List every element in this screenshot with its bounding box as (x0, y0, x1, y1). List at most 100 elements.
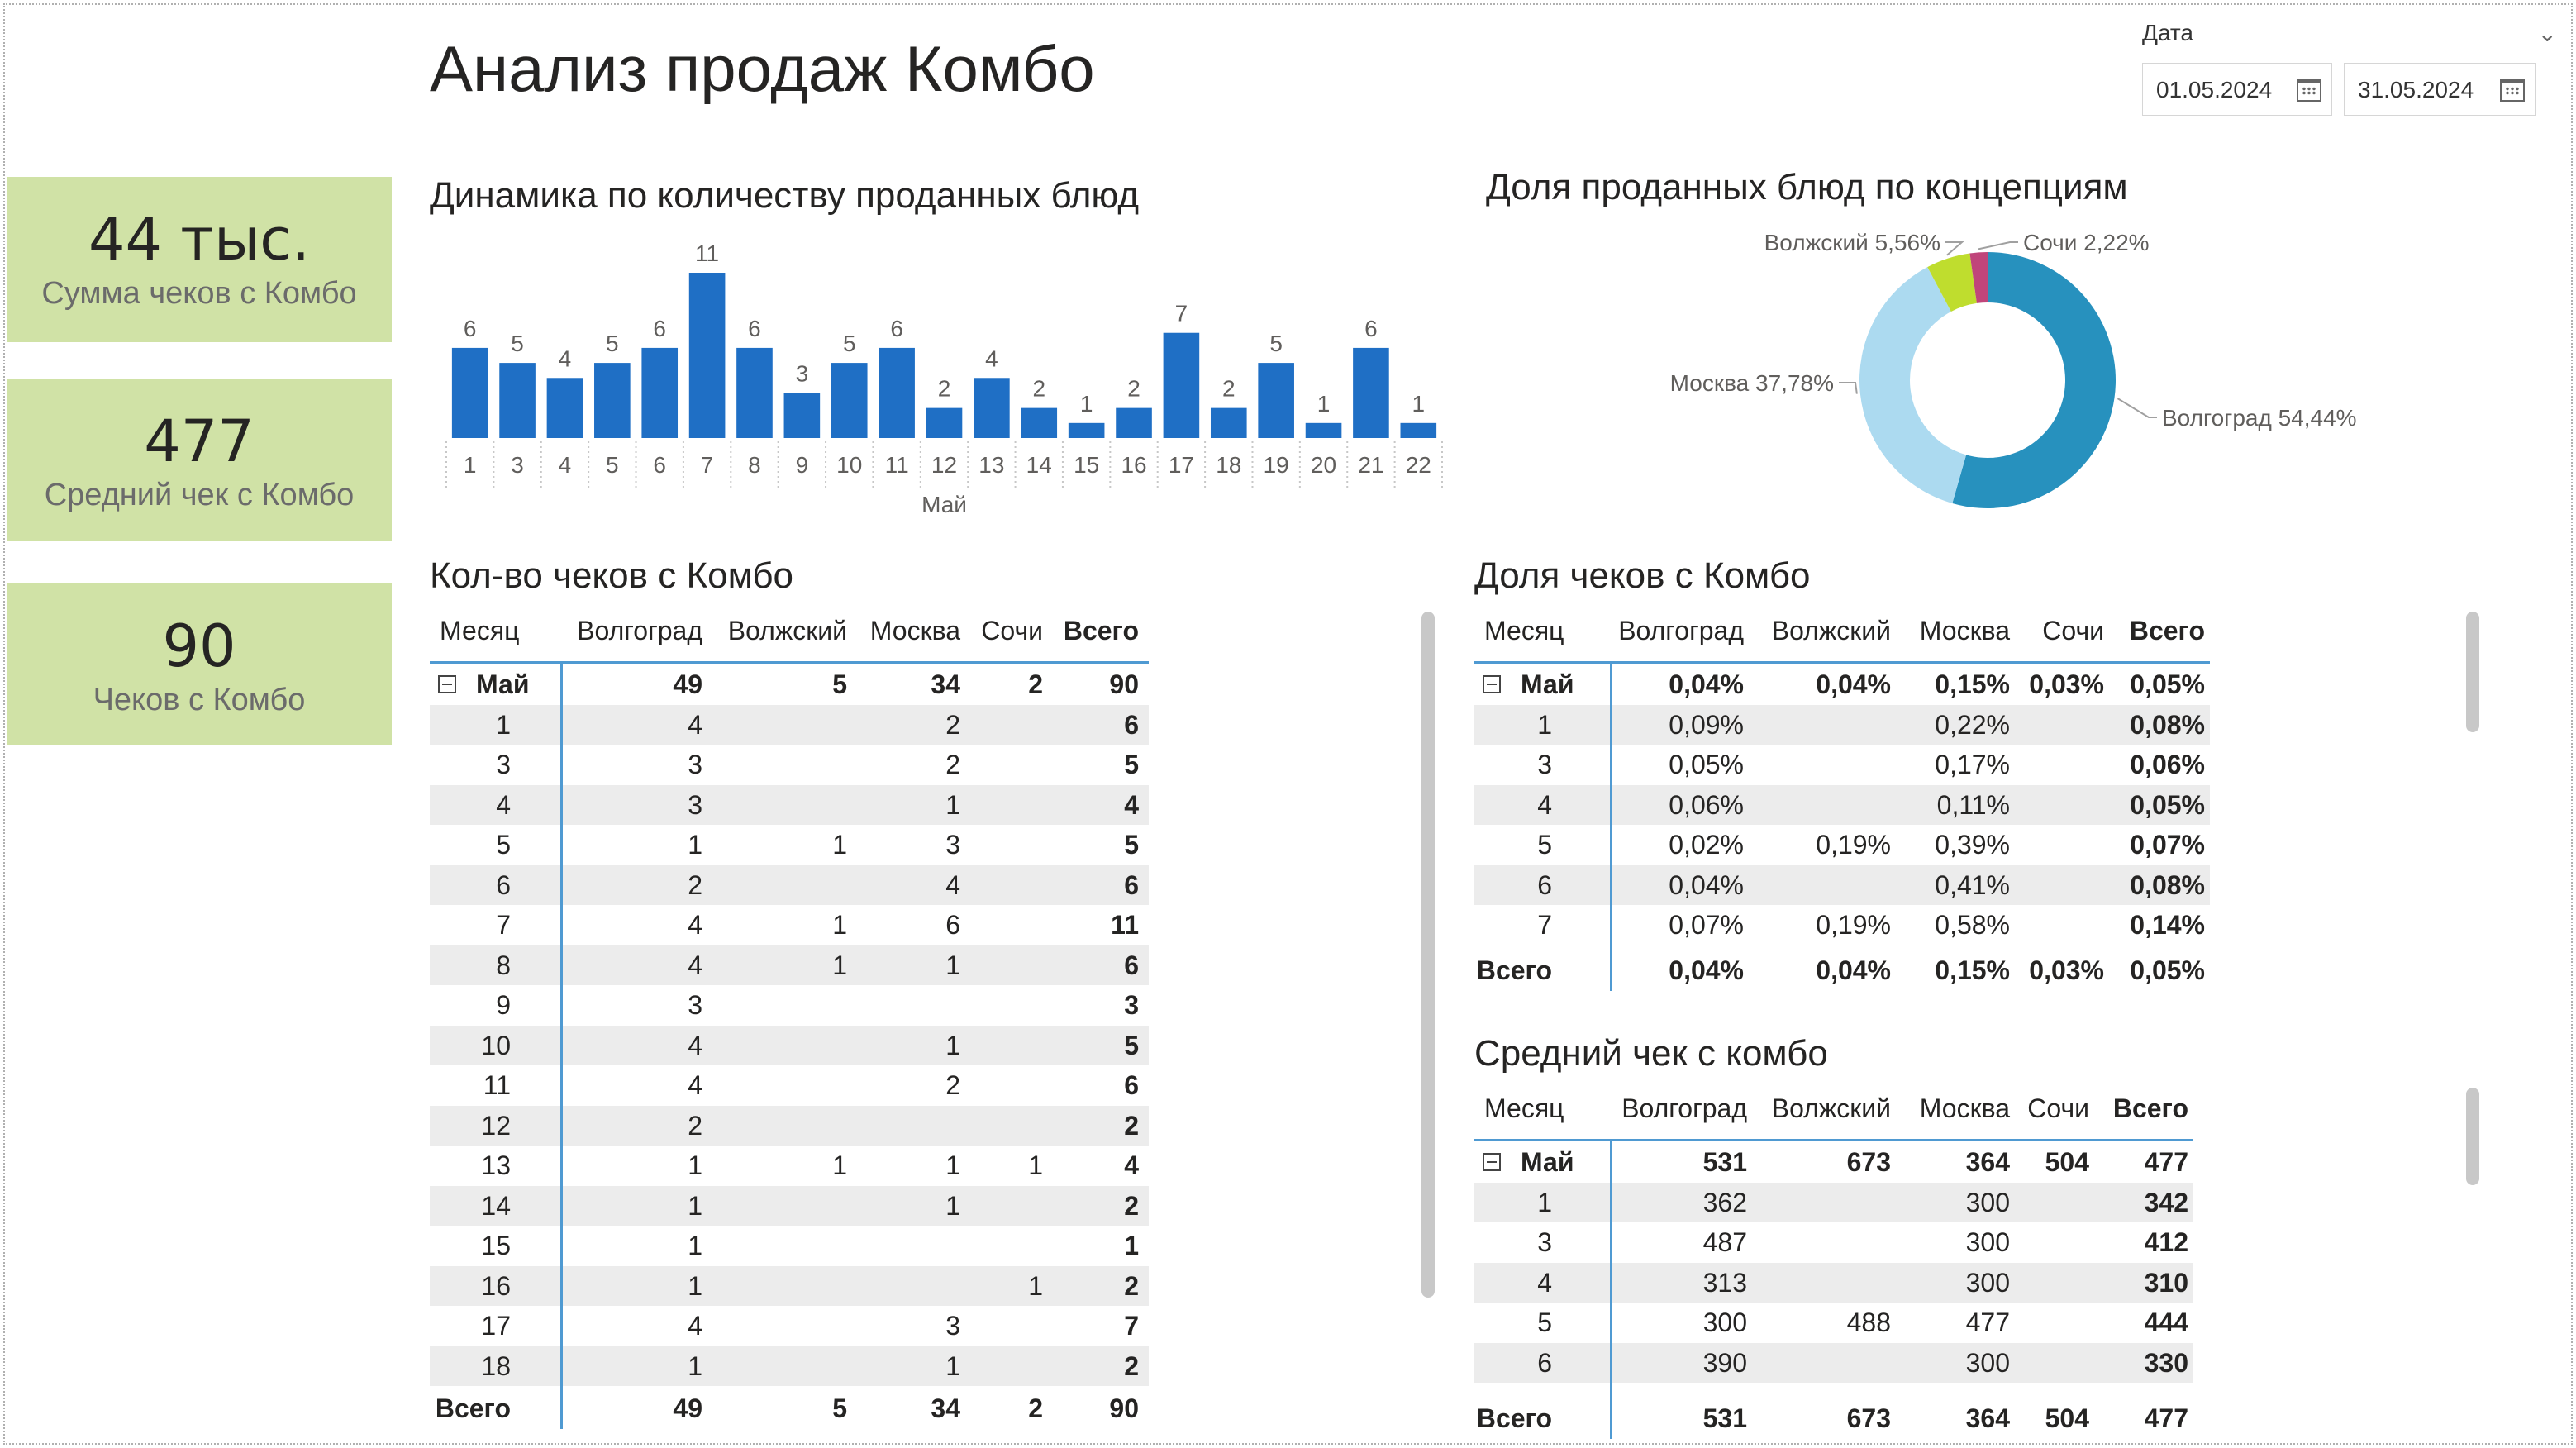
bar[interactable] (546, 378, 583, 438)
column-header[interactable]: Волжский (1772, 1083, 1891, 1134)
bar[interactable] (1305, 422, 1342, 438)
row-label: Май (1521, 669, 1574, 699)
column-header[interactable]: Волгоград (1621, 1083, 1747, 1134)
bar[interactable] (1116, 407, 1152, 438)
table-row[interactable]: 5 1 1 3 5 (430, 825, 1149, 865)
table-row[interactable]: 4 313 300 310 (1474, 1262, 2193, 1303)
column-header[interactable]: Сочи (2042, 605, 2104, 656)
bar[interactable] (831, 363, 868, 438)
table-row[interactable]: 5 300 488 477 444 (1474, 1303, 2193, 1343)
column-header[interactable]: Москва (1920, 605, 2010, 656)
kpi-card-checks-count[interactable]: 90 Чеков с Комбо (7, 583, 392, 745)
date-to-input[interactable]: 31.05.2024 (2344, 63, 2536, 116)
table-row[interactable]: 16 1 1 2 (430, 1265, 1149, 1306)
column-header[interactable]: Всего (1064, 605, 1139, 656)
table-row[interactable]: 7 4 1 6 11 (430, 905, 1149, 945)
table-row[interactable]: 18 1 1 2 (430, 1346, 1149, 1386)
date-slicer[interactable]: Дата ⌄ 01.05.2024 31.05.2024 (2132, 15, 2562, 122)
column-header[interactable]: Всего (2113, 1083, 2188, 1134)
group-row[interactable]: Май 49 5 34 2 90 (430, 664, 1149, 705)
leader-line (2117, 398, 2157, 418)
data-label: 2 (938, 376, 951, 402)
table-row[interactable]: 6 0,04% 0,41% 0,08% (1474, 865, 2210, 905)
table-row[interactable]: 13 1 1 1 1 4 (430, 1146, 1149, 1186)
donut-chart[interactable]: Волгоград 54,44% Москва 37,78% Волжский 5,… (1488, 215, 2397, 545)
bar[interactable] (1258, 363, 1294, 438)
column-header[interactable]: Сочи (2027, 1083, 2089, 1134)
column-header[interactable]: Волгоград (577, 605, 702, 656)
table-row[interactable]: 4 0,06% 0,11% 0,05% (1474, 784, 2210, 825)
bar[interactable] (688, 273, 726, 438)
table-cell: 362 (1702, 1187, 1747, 1217)
bar[interactable] (641, 347, 679, 438)
bar[interactable] (926, 407, 963, 438)
kpi-card-combo-sum[interactable]: 44 тыс. Сумма чеков с Комбо (7, 177, 392, 342)
scrollbar[interactable] (1421, 612, 1435, 1298)
bar[interactable] (451, 347, 488, 438)
collapse-icon[interactable] (1483, 1153, 1501, 1171)
kpi-card-avg-check[interactable]: 477 Средний чек с Комбо (7, 379, 392, 541)
table-row[interactable]: 6 2 4 6 (430, 865, 1149, 905)
table-row[interactable]: 15 1 1 (430, 1226, 1149, 1266)
table-row[interactable]: 1 4 2 6 (430, 704, 1149, 745)
table-cell: 5 (1124, 1030, 1139, 1060)
bar[interactable] (783, 393, 821, 438)
matrix-checks-count[interactable]: Месяц Волгоград Волжский Москва Сочи Всего Май… (430, 605, 1149, 1440)
bar[interactable] (1353, 347, 1389, 438)
table-cell: 34 (931, 669, 960, 699)
table-row[interactable]: 5 0,02% 0,19% 0,39% 0,07% (1474, 825, 2210, 865)
column-header[interactable]: Всего (2130, 605, 2205, 656)
matrix-checks-share[interactable]: Месяц Волгоград Волжский Москва Сочи Всего Май… (1474, 605, 2210, 1002)
calendar-icon[interactable] (2500, 79, 2525, 102)
bar[interactable] (1163, 332, 1200, 438)
group-row[interactable]: Май 531 673 364 504 477 (1474, 1142, 2193, 1183)
table-row[interactable]: 14 1 1 2 (430, 1185, 1149, 1226)
scrollbar[interactable] (2466, 1088, 2479, 1185)
column-header[interactable]: Месяц (440, 605, 519, 656)
bar[interactable] (499, 363, 536, 438)
table-row[interactable]: 3 487 300 412 (1474, 1222, 2193, 1263)
collapse-icon[interactable] (438, 675, 456, 693)
table-row[interactable]: 17 4 3 7 (430, 1306, 1149, 1346)
matrix-avg-check[interactable]: Месяц Волгоград Волжский Москва Сочи Всего Май… (1474, 1083, 2193, 1440)
x-tick-label: 20 (1311, 452, 1336, 478)
column-header[interactable]: Москва (1920, 1083, 2010, 1134)
bar-chart[interactable]: 6153445566117683951061121241321411521671… (430, 240, 1455, 529)
table-row[interactable]: 4 3 1 4 (430, 784, 1149, 825)
bar[interactable] (1068, 422, 1105, 438)
bar[interactable] (1210, 407, 1247, 438)
table-row[interactable]: 3 0,05% 0,17% 0,06% (1474, 745, 2210, 785)
column-header[interactable]: Месяц (1484, 1083, 1564, 1134)
table-cell: 2 (1124, 1270, 1139, 1301)
bar[interactable] (974, 378, 1010, 438)
column-header[interactable]: Месяц (1484, 605, 1564, 656)
table-row[interactable]: 7 0,07% 0,19% 0,58% 0,14% (1474, 905, 2210, 945)
date-from-input[interactable]: 01.05.2024 (2142, 63, 2332, 116)
column-header[interactable]: Сочи (981, 605, 1043, 656)
bar[interactable] (736, 347, 773, 438)
column-header[interactable]: Москва (870, 605, 960, 656)
table-row[interactable]: 12 2 2 (430, 1105, 1149, 1146)
bar[interactable] (1400, 422, 1437, 438)
table-row[interactable]: 10 4 1 5 (430, 1025, 1149, 1065)
bar[interactable] (1021, 407, 1058, 438)
bar[interactable] (879, 347, 915, 438)
column-header[interactable]: Волгоград (1618, 605, 1744, 656)
table-row[interactable]: 1 0,09% 0,22% 0,08% (1474, 704, 2210, 745)
row-label: 16 (481, 1270, 511, 1301)
table-row[interactable]: 3 3 2 5 (430, 745, 1149, 785)
table-row[interactable]: 11 4 2 6 (430, 1065, 1149, 1106)
bar[interactable] (594, 363, 631, 438)
table-row[interactable]: 9 3 3 (430, 985, 1149, 1026)
chevron-down-icon[interactable]: ⌄ (2538, 20, 2557, 47)
column-header[interactable]: Волжский (1772, 605, 1891, 656)
collapse-icon[interactable] (1483, 675, 1501, 693)
calendar-icon[interactable] (2297, 79, 2321, 102)
column-header[interactable]: Волжский (728, 605, 847, 656)
group-row[interactable]: Май 0,04% 0,04% 0,15% 0,03% 0,05% (1474, 664, 2210, 705)
table-row[interactable]: 8 4 1 1 6 (430, 945, 1149, 985)
matrix-header: Месяц Волгоград Волжский Москва Сочи Всего (430, 605, 1149, 656)
scrollbar[interactable] (2466, 612, 2479, 732)
table-row[interactable]: 6 390 300 330 (1474, 1342, 2193, 1383)
table-row[interactable]: 1 362 300 342 (1474, 1182, 2193, 1222)
